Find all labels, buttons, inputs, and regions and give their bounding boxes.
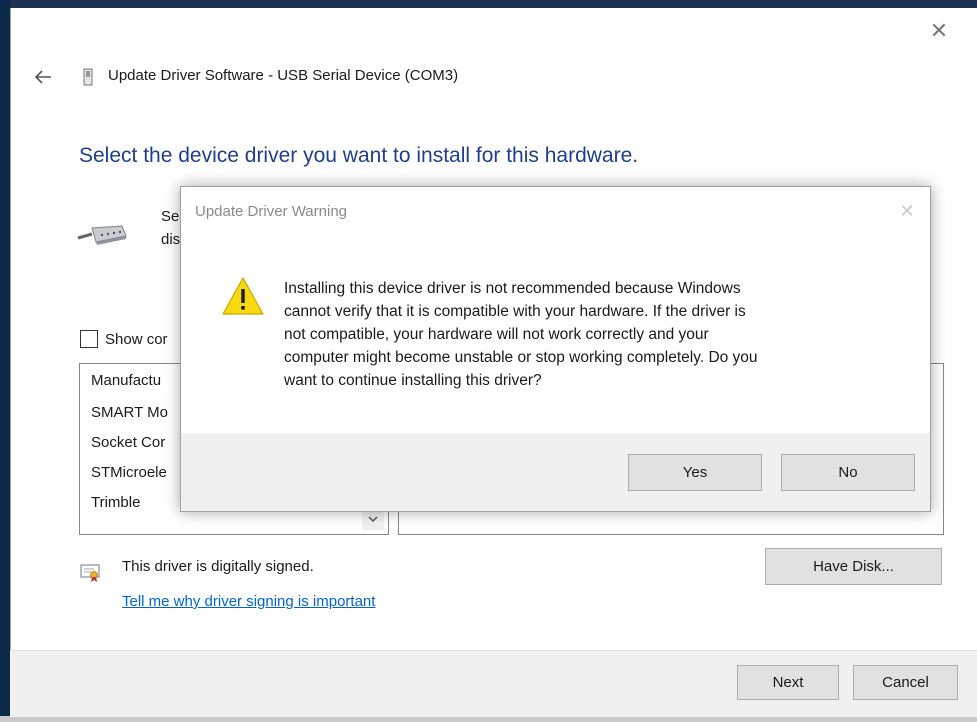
dialog-title: Update Driver Warning (195, 203, 347, 220)
window-title: Update Driver Software - USB Serial Devi… (108, 67, 459, 84)
next-button[interactable]: Next (737, 665, 839, 700)
show-compatible-checkbox[interactable]: Show cor (80, 329, 190, 349)
serial-cable-icon (76, 222, 130, 248)
usb-device-icon (83, 68, 93, 86)
driver-signing-link[interactable]: Tell me why driver signing is important (122, 593, 375, 610)
list-item[interactable]: Trimble (91, 494, 140, 511)
signed-status-text: This driver is digitally signed. (122, 558, 314, 575)
chevron-down-icon[interactable] (362, 510, 384, 530)
have-disk-button[interactable]: Have Disk... (765, 548, 942, 585)
yes-button[interactable]: Yes (628, 454, 762, 491)
list-item[interactable]: SMART Mo (91, 404, 168, 421)
window-close-icon[interactable]: ✕ (928, 20, 950, 42)
page-heading: Select the device driver you want to ins… (79, 144, 639, 167)
update-driver-warning-dialog: Update Driver Warning ✕ Installing this … (180, 186, 931, 512)
dialog-close-icon[interactable]: ✕ (897, 201, 917, 221)
show-compatible-label: Show cor (105, 330, 168, 348)
cancel-button[interactable]: Cancel (853, 665, 958, 700)
list-item[interactable]: STMicroele (91, 464, 167, 481)
warning-icon (221, 276, 265, 316)
desktop-background-left (0, 0, 10, 722)
desktop-background-top (0, 0, 977, 8)
manufacturer-header: Manufactu (91, 372, 162, 389)
no-button[interactable]: No (781, 454, 915, 491)
back-arrow-icon[interactable] (33, 66, 55, 88)
checkbox-box[interactable] (80, 330, 98, 348)
list-item[interactable]: Socket Cor (91, 434, 165, 451)
warning-message: Installing this device driver is not rec… (284, 280, 758, 389)
certificate-icon (79, 561, 101, 583)
